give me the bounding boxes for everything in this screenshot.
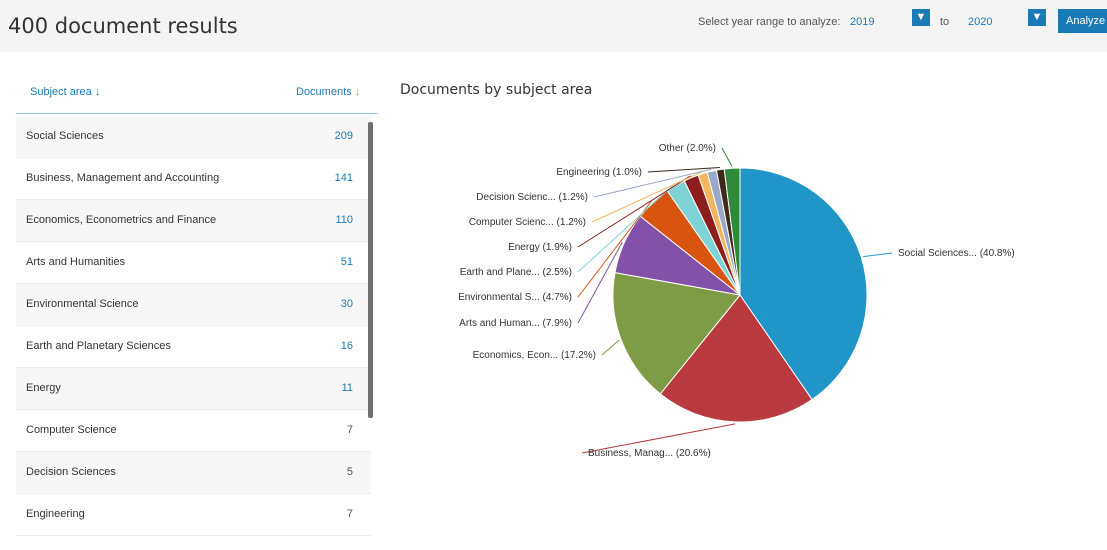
- results-header-bar: 400 document results Select year range t…: [0, 0, 1107, 52]
- sort-arrow-down-icon: ↓: [94, 86, 101, 98]
- pie-slice-label: Other (2.0%): [659, 143, 716, 154]
- document-count-link[interactable]: 30: [341, 298, 353, 310]
- table-row[interactable]: Arts and Humanities 51: [16, 242, 371, 284]
- table-row[interactable]: Economics, Econometrics and Finance 110: [16, 200, 371, 242]
- subject-name: Arts and Humanities: [26, 256, 126, 268]
- document-count-link[interactable]: 5: [347, 466, 353, 478]
- pie-slice-label: Computer Scienc... (1.2%): [469, 217, 586, 228]
- pie-slice-label: Environmental S... (4.7%): [458, 292, 572, 303]
- document-count-link[interactable]: 16: [341, 340, 353, 352]
- document-count-link[interactable]: 209: [335, 130, 353, 142]
- chart-title: Documents by subject area: [400, 82, 593, 98]
- document-count-link[interactable]: 7: [347, 424, 353, 436]
- pie-slice-label: Energy (1.9%): [508, 242, 572, 253]
- column-header-subject-area[interactable]: Subject area ↓: [30, 86, 100, 98]
- subject-name: Economics, Econometrics and Finance: [26, 214, 217, 226]
- pie-slice-label: Business, Manag... (20.6%): [588, 448, 711, 459]
- document-count-link[interactable]: 110: [335, 214, 353, 226]
- year-from-dropdown-icon[interactable]: ▼: [912, 9, 930, 26]
- subject-name: Earth and Planetary Sciences: [26, 340, 171, 352]
- table-rows: Social Sciences 209 Business, Management …: [16, 116, 371, 536]
- document-count-link[interactable]: 11: [342, 382, 353, 394]
- document-count-link[interactable]: 7: [347, 508, 353, 520]
- subject-name: Environmental Science: [26, 298, 139, 310]
- subject-name: Social Sciences: [26, 130, 104, 142]
- table-row[interactable]: Decision Sciences 5: [16, 452, 371, 494]
- year-to-dropdown-icon[interactable]: ▼: [1028, 9, 1046, 26]
- subject-name: Engineering: [26, 508, 85, 520]
- pie-slice-label: Earth and Plane... (2.5%): [460, 267, 572, 278]
- table-row[interactable]: Energy 11: [16, 368, 371, 410]
- document-count-link[interactable]: 141: [335, 172, 353, 184]
- pie-label-connector: [863, 252, 893, 258]
- pie-label-connector: [601, 339, 620, 356]
- pie-slice-label: Economics, Econ... (17.2%): [473, 350, 596, 361]
- subject-name: Energy: [26, 382, 61, 394]
- table-row[interactable]: Environmental Science 30: [16, 284, 371, 326]
- table-scrollbar[interactable]: [368, 122, 373, 418]
- table-row[interactable]: Computer Science 7: [16, 410, 371, 452]
- sort-arrow-down-icon: ↓: [354, 86, 361, 98]
- subject-area-pie-chart: Social Sciences... (40.8%) Business, Mana…: [458, 143, 1015, 459]
- table-row[interactable]: Social Sciences 209: [16, 116, 371, 158]
- pie-slice-label: Engineering (1.0%): [556, 167, 642, 178]
- analyze-button[interactable]: Analyze: [1058, 9, 1107, 33]
- results-title: 400 document results: [8, 14, 238, 38]
- table-row[interactable]: Engineering 7: [16, 494, 371, 536]
- year-to-value[interactable]: 2020: [968, 16, 992, 28]
- subject-name: Decision Sciences: [26, 466, 116, 478]
- pie-slice-label: Decision Scienc... (1.2%): [476, 192, 588, 203]
- document-count-link[interactable]: 51: [341, 256, 353, 268]
- subject-name: Computer Science: [26, 424, 117, 436]
- table-header: Subject area ↓ Documents ↓: [16, 70, 378, 114]
- year-from-value[interactable]: 2019: [850, 16, 874, 28]
- year-range-label: Select year range to analyze:: [698, 16, 841, 28]
- table-row[interactable]: Business, Management and Accounting 141: [16, 158, 371, 200]
- pie-slice-label: Social Sciences... (40.8%): [898, 248, 1015, 259]
- pie-label-connector: [721, 147, 733, 167]
- table-row[interactable]: Earth and Planetary Sciences 16: [16, 326, 371, 368]
- subject-area-table: Subject area ↓ Documents ↓ Social Scienc…: [16, 70, 378, 540]
- to-label: to: [940, 16, 950, 28]
- column-header-documents[interactable]: Documents ↓: [296, 86, 360, 98]
- pie-slice-label: Arts and Human... (7.9%): [459, 318, 572, 329]
- subject-name: Business, Management and Accounting: [26, 172, 220, 184]
